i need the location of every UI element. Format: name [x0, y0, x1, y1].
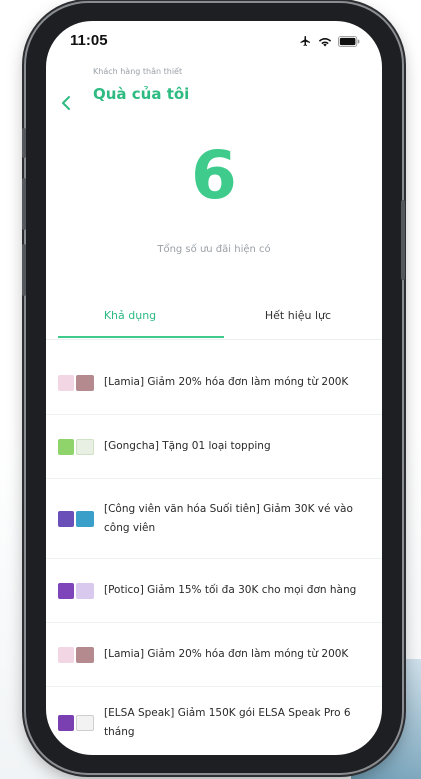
reward-title: [Potico] Giảm 15% tối đa 30K cho mọi đơn…: [104, 584, 357, 597]
reward-thumbnail: [58, 646, 94, 664]
reward-item[interactable]: [Công viên văn hóa Suối tiên] Giảm 30K v…: [46, 479, 382, 559]
reward-title: [Gongcha] Tặng 01 loại topping: [104, 440, 271, 453]
phone-screen: 11:05 Khách hàng thân thiết Quà của tôi …: [46, 21, 382, 755]
volume-down-button: [22, 244, 26, 296]
back-button[interactable]: [54, 91, 78, 115]
power-button: [401, 200, 405, 280]
active-tab-indicator: [58, 336, 224, 338]
reward-item[interactable]: [Lamia] Giảm 20% hóa đơn làm móng từ 200…: [46, 351, 382, 415]
reward-thumbnail: [58, 714, 94, 732]
page-title: Quà của tôi: [93, 85, 190, 103]
reward-title: [Công viên văn hóa Suối tiên] Giảm 30K v…: [104, 503, 353, 534]
reward-item[interactable]: [Potico] Giảm 15% tối đa 30K cho mọi đơn…: [46, 559, 382, 623]
tab-bar: Khả dụng Hết hiệu lực: [46, 299, 382, 340]
reward-title: [Lamia] Giảm 20% hóa đơn làm móng từ 200…: [104, 376, 349, 389]
mute-switch: [22, 128, 26, 158]
wifi-icon: [318, 37, 332, 46]
reward-title: [Lamia] Giảm 20% hóa đơn làm móng từ 200…: [104, 648, 349, 661]
tab-available[interactable]: Khả dụng: [46, 309, 214, 322]
breadcrumb: Khách hàng thân thiết: [93, 67, 183, 76]
tab-expired[interactable]: Hết hiệu lực: [214, 309, 382, 322]
status-icons: [299, 35, 360, 47]
status-bar: 11:05: [46, 21, 382, 65]
volume-up-button: [22, 178, 26, 230]
battery-icon: [338, 35, 360, 47]
reward-count: 6: [191, 137, 237, 214]
home-indicator-area: [46, 735, 382, 755]
reward-count-label: Tổng số ưu đãi hiện có: [157, 244, 271, 255]
reward-item[interactable]: [Gongcha] Tặng 01 loại topping: [46, 415, 382, 479]
reward-item[interactable]: [Lamia] Giảm 20% hóa đơn làm móng từ 200…: [46, 623, 382, 687]
reward-thumbnail: [58, 582, 94, 600]
status-time: 11:05: [70, 32, 108, 49]
page-header: Khách hàng thân thiết Quà của tôi: [46, 65, 382, 125]
reward-thumbnail: [58, 438, 94, 456]
reward-list: [Lamia] Giảm 20% hóa đơn làm móng từ 200…: [46, 351, 382, 755]
reward-thumbnail: [58, 374, 94, 392]
chevron-left-icon: [62, 96, 70, 110]
airplane-icon: [300, 36, 310, 46]
reward-thumbnail: [58, 510, 94, 528]
